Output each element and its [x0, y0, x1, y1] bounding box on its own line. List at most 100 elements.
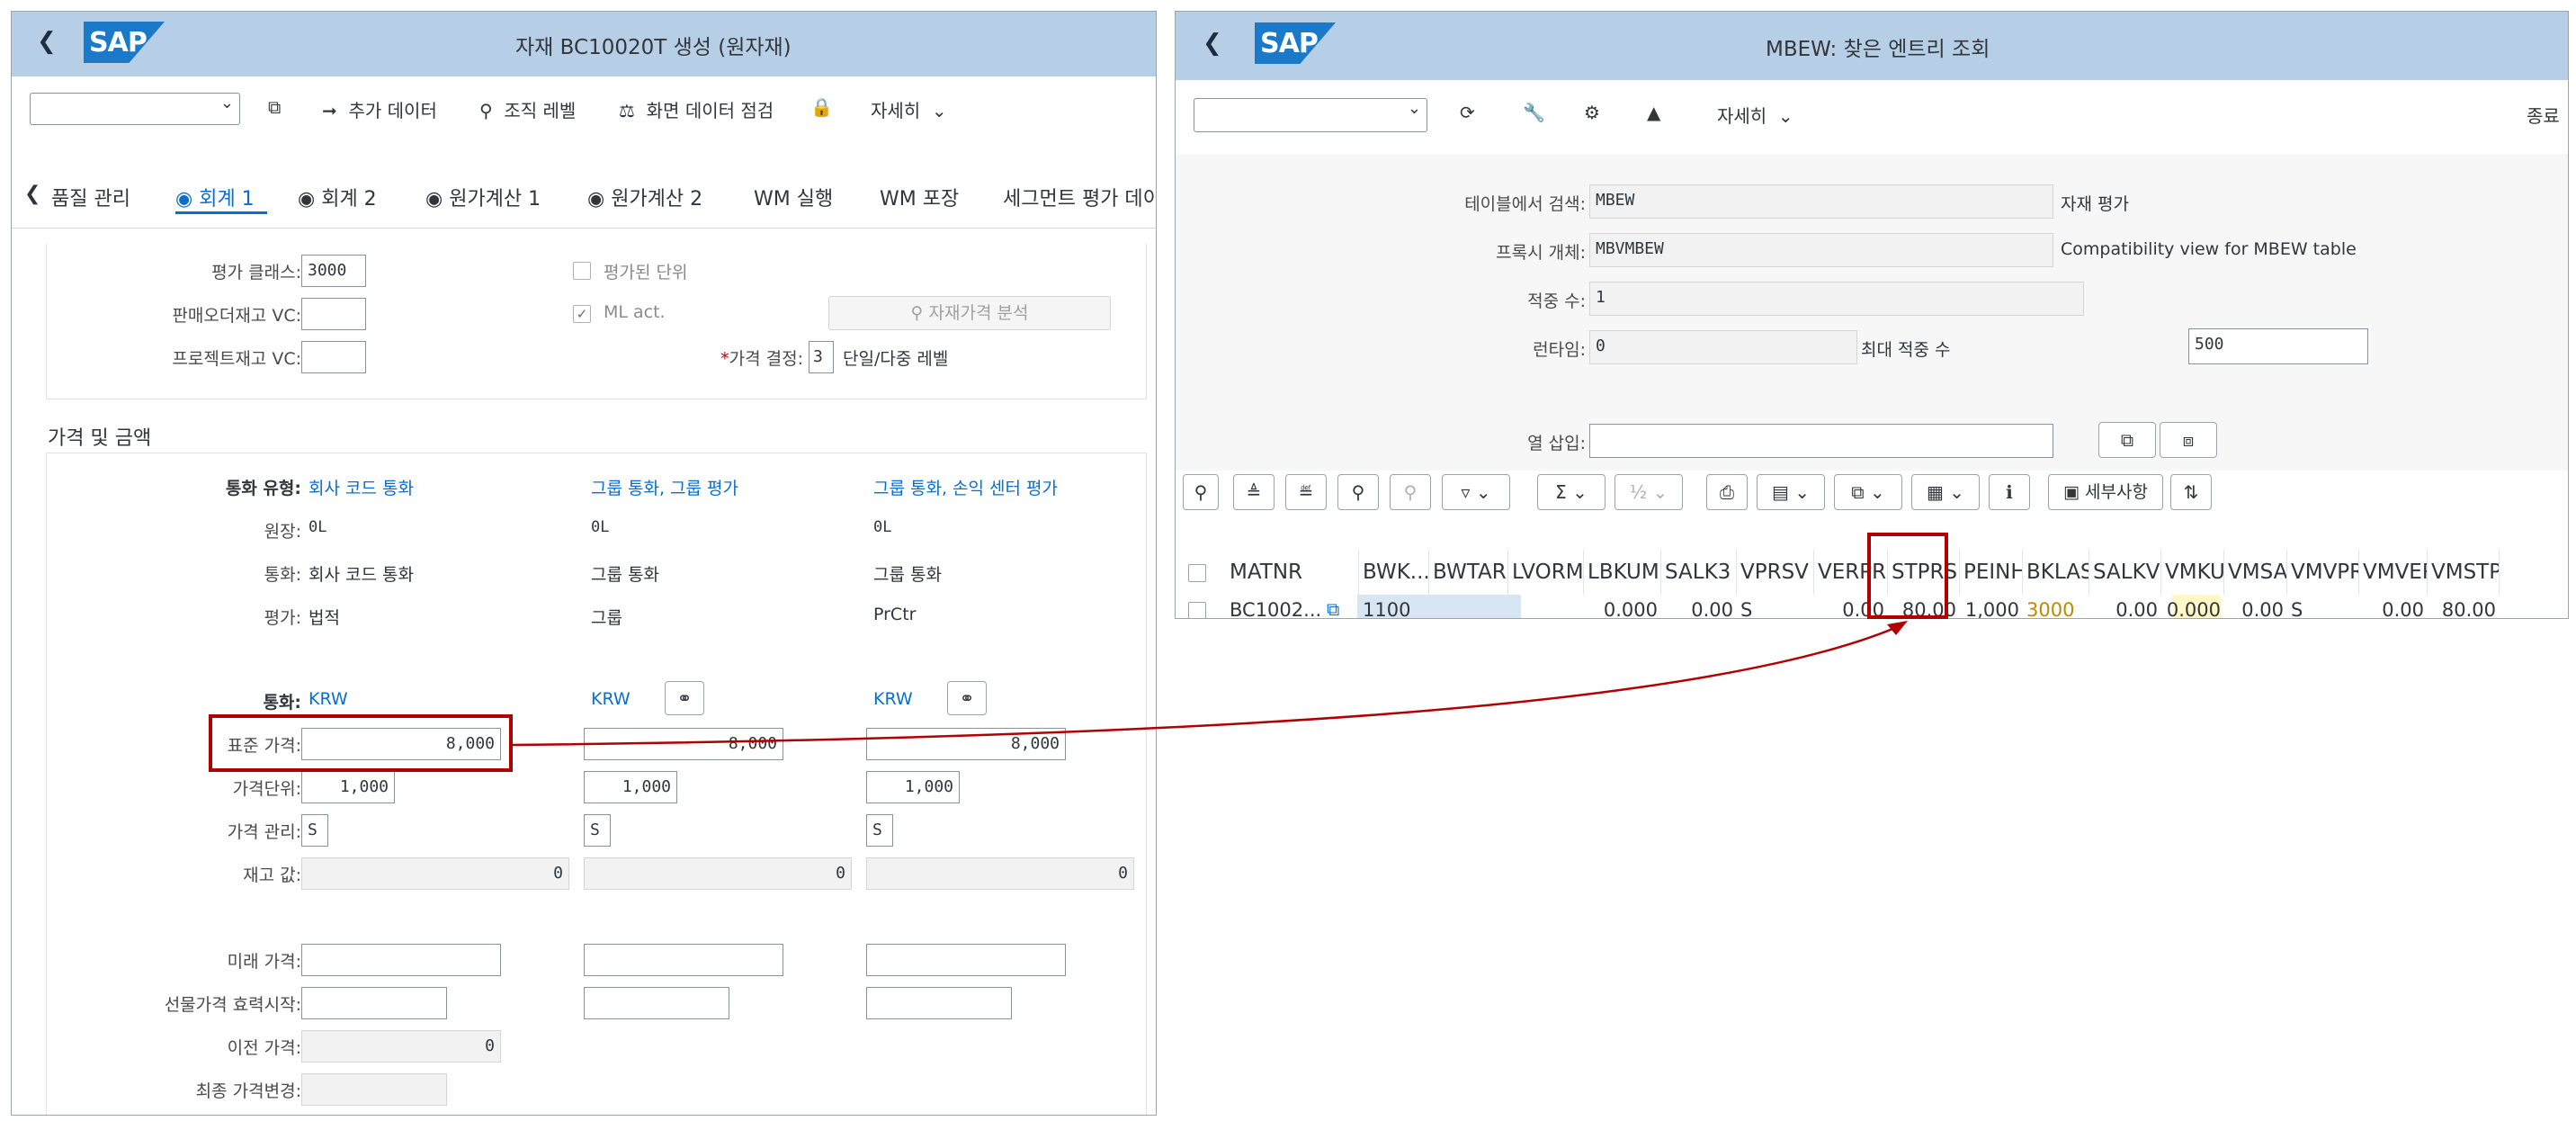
- settings-icon[interactable]: ⚙: [1584, 102, 1600, 123]
- price-control-col2[interactable]: S: [584, 814, 611, 847]
- currency-code-col1[interactable]: KRW: [309, 689, 348, 709]
- column-header-salkv[interactable]: SALKV: [2089, 550, 2161, 595]
- column-header-vmstp[interactable]: VMSTP: [2428, 550, 2500, 595]
- column-header-matnr[interactable]: MATNR: [1226, 550, 1359, 595]
- more-button[interactable]: 자세히 ⌄: [871, 96, 947, 122]
- column-insert-field[interactable]: [1589, 424, 2053, 458]
- sort-ascending-button[interactable]: ≜: [1233, 474, 1275, 510]
- price-unit-col1[interactable]: 1,000: [301, 771, 395, 803]
- back-icon[interactable]: ❮: [37, 28, 57, 55]
- price-unit-col2[interactable]: 1,000: [584, 771, 677, 803]
- exit-button[interactable]: 종료: [2527, 102, 2560, 128]
- sales-order-vc-field[interactable]: [301, 298, 366, 330]
- grid-cell-peinh[interactable]: 1,000: [1960, 595, 2023, 618]
- copy-icon[interactable]: ⧉: [1327, 598, 1339, 618]
- price-unit-col3[interactable]: 1,000: [866, 771, 960, 803]
- valuation-class-field[interactable]: 3000: [301, 255, 366, 287]
- tab-prev-icon[interactable]: ❮: [24, 183, 40, 205]
- filter-button[interactable]: ▿ ⌄: [1442, 474, 1510, 510]
- future-price-valid-col2[interactable]: [584, 987, 729, 1019]
- grid-cell-bklas[interactable]: 3000: [2023, 595, 2089, 618]
- grid-cell-vmkum[interactable]: 0.000: [2161, 595, 2224, 618]
- ml-act-checkbox[interactable]: ✓: [573, 305, 591, 323]
- future-price-col1[interactable]: [301, 944, 501, 976]
- currency-translate-button[interactable]: ⚭: [665, 681, 704, 715]
- price-control-col3[interactable]: S: [866, 814, 893, 847]
- currency-type-col3[interactable]: 그룹 통화, 손익 센터 평가: [873, 475, 1058, 499]
- column-header-salk3[interactable]: SALK3: [1661, 550, 1737, 595]
- variant-select[interactable]: ⌄: [30, 93, 240, 125]
- grid-cell-bwtar[interactable]: [1429, 595, 1508, 618]
- future-price-valid-col3[interactable]: [866, 987, 1012, 1019]
- sort-settings-button[interactable]: ⇅: [2170, 474, 2212, 510]
- grid-cell-vmver[interactable]: 0.00: [2359, 595, 2428, 618]
- grid-cell-salk3[interactable]: 0.00: [1661, 595, 1737, 618]
- grid-cell-vmvpr[interactable]: S: [2287, 595, 2359, 618]
- tab-segment-valuation[interactable]: 세그먼트 평가 데이: [1003, 183, 1156, 211]
- view-button[interactable]: ▤ ⌄: [1757, 474, 1825, 510]
- currency-type-col1[interactable]: 회사 코드 통화: [309, 475, 414, 499]
- check-screen-data-button[interactable]: ⚖ 화면 데이터 점검: [619, 96, 774, 122]
- column-header-bklas[interactable]: BKLAS: [2023, 550, 2089, 595]
- column-header-vmvpr[interactable]: VMVPR: [2287, 550, 2359, 595]
- tab-costing-1[interactable]: ◉ 원가계산 1: [425, 183, 541, 211]
- price-determination-field[interactable]: 3: [809, 341, 834, 373]
- currency-code-col2[interactable]: KRW: [591, 689, 631, 709]
- lock-icon[interactable]: 🔒: [810, 96, 833, 118]
- grid-cell-bwk[interactable]: 1100: [1359, 595, 1429, 618]
- column-header-lvorm[interactable]: LVORM: [1508, 550, 1584, 595]
- tab-wm-execution[interactable]: WM 실행: [754, 183, 833, 211]
- tab-accounting-2[interactable]: ◉ 회계 2: [298, 183, 377, 211]
- wrench-icon[interactable]: 🔧: [1523, 102, 1545, 123]
- column-header-vmkum[interactable]: VMKUM: [2161, 550, 2224, 595]
- column-header-lbkum[interactable]: LBKUM: [1584, 550, 1661, 595]
- additional-data-button[interactable]: ➞ 추가 데이터: [322, 96, 437, 122]
- grid-cell-lbkum[interactable]: 0.000: [1584, 595, 1661, 618]
- row-checkbox[interactable]: [1188, 602, 1206, 618]
- grid-cell-vmsal[interactable]: 0.00: [2224, 595, 2287, 618]
- more-button[interactable]: 자세히 ⌄: [1717, 102, 1793, 128]
- print-button[interactable]: ⎙: [1706, 474, 1748, 510]
- back-icon[interactable]: ❮: [1203, 30, 1222, 57]
- project-vc-field[interactable]: [301, 341, 366, 373]
- currency-code-col3[interactable]: KRW: [873, 689, 913, 709]
- sum-button[interactable]: Σ ⌄: [1537, 474, 1606, 510]
- export-button[interactable]: ⧉ ⌄: [1834, 474, 1902, 510]
- refresh-icon[interactable]: ⟳: [1460, 102, 1475, 123]
- currency-type-col2[interactable]: 그룹 통화, 그룹 평가: [591, 475, 738, 499]
- tab-wm-packaging[interactable]: WM 포장: [880, 183, 959, 211]
- future-price-col3[interactable]: [866, 944, 1066, 976]
- column-header-vprsv[interactable]: VPRSV: [1737, 550, 1814, 595]
- info-button[interactable]: ℹ: [1989, 474, 2030, 510]
- future-price-valid-col1[interactable]: [301, 987, 447, 1019]
- grid-cell-lvorm[interactable]: [1508, 595, 1584, 618]
- details-button[interactable]: ▣ 세부사항: [2048, 474, 2163, 510]
- standard-price-col2[interactable]: 8,000: [584, 728, 783, 760]
- price-control-col1[interactable]: S: [301, 814, 328, 847]
- max-hits-field[interactable]: 500: [2188, 328, 2368, 364]
- standard-price-col3[interactable]: 8,000: [866, 728, 1066, 760]
- valuated-unit-checkbox[interactable]: [573, 262, 591, 280]
- grid-cell-vmstp[interactable]: 80.00: [2428, 595, 2500, 618]
- layout-button[interactable]: ▦ ⌄: [1911, 474, 1980, 510]
- column-header-vmsal[interactable]: VMSAL: [2224, 550, 2287, 595]
- flask-icon[interactable]: ▲: [1647, 102, 1660, 123]
- tab-accounting-1[interactable]: ◉ 회계 1: [175, 183, 255, 211]
- future-price-col2[interactable]: [584, 944, 783, 976]
- grid-cell-vprsv[interactable]: S: [1737, 595, 1814, 618]
- variant-select[interactable]: ⌄: [1194, 98, 1427, 132]
- column-header-vmver[interactable]: VMVER: [2359, 550, 2428, 595]
- org-levels-button[interactable]: ⚲ 조직 레벨: [479, 96, 576, 122]
- insert-column-button[interactable]: ⧉: [2098, 422, 2156, 458]
- column-header-bwk[interactable]: BWK...: [1359, 550, 1429, 595]
- column-header-peinh[interactable]: PEINH: [1960, 550, 2023, 595]
- export-icon[interactable]: ⧉: [268, 96, 281, 118]
- zoom-button[interactable]: ⚲: [1183, 474, 1219, 510]
- tab-costing-2[interactable]: ◉ 원가계산 2: [587, 183, 702, 211]
- find-button[interactable]: ⚲: [1337, 474, 1379, 510]
- currency-translate-button[interactable]: ⚭: [947, 681, 987, 715]
- sort-descending-button[interactable]: ≝: [1285, 474, 1327, 510]
- subtotal-button[interactable]: ½ ⌄: [1614, 474, 1683, 510]
- find-next-button[interactable]: ⚲: [1390, 474, 1431, 510]
- grid-cell-salkv[interactable]: 0.00: [2089, 595, 2161, 618]
